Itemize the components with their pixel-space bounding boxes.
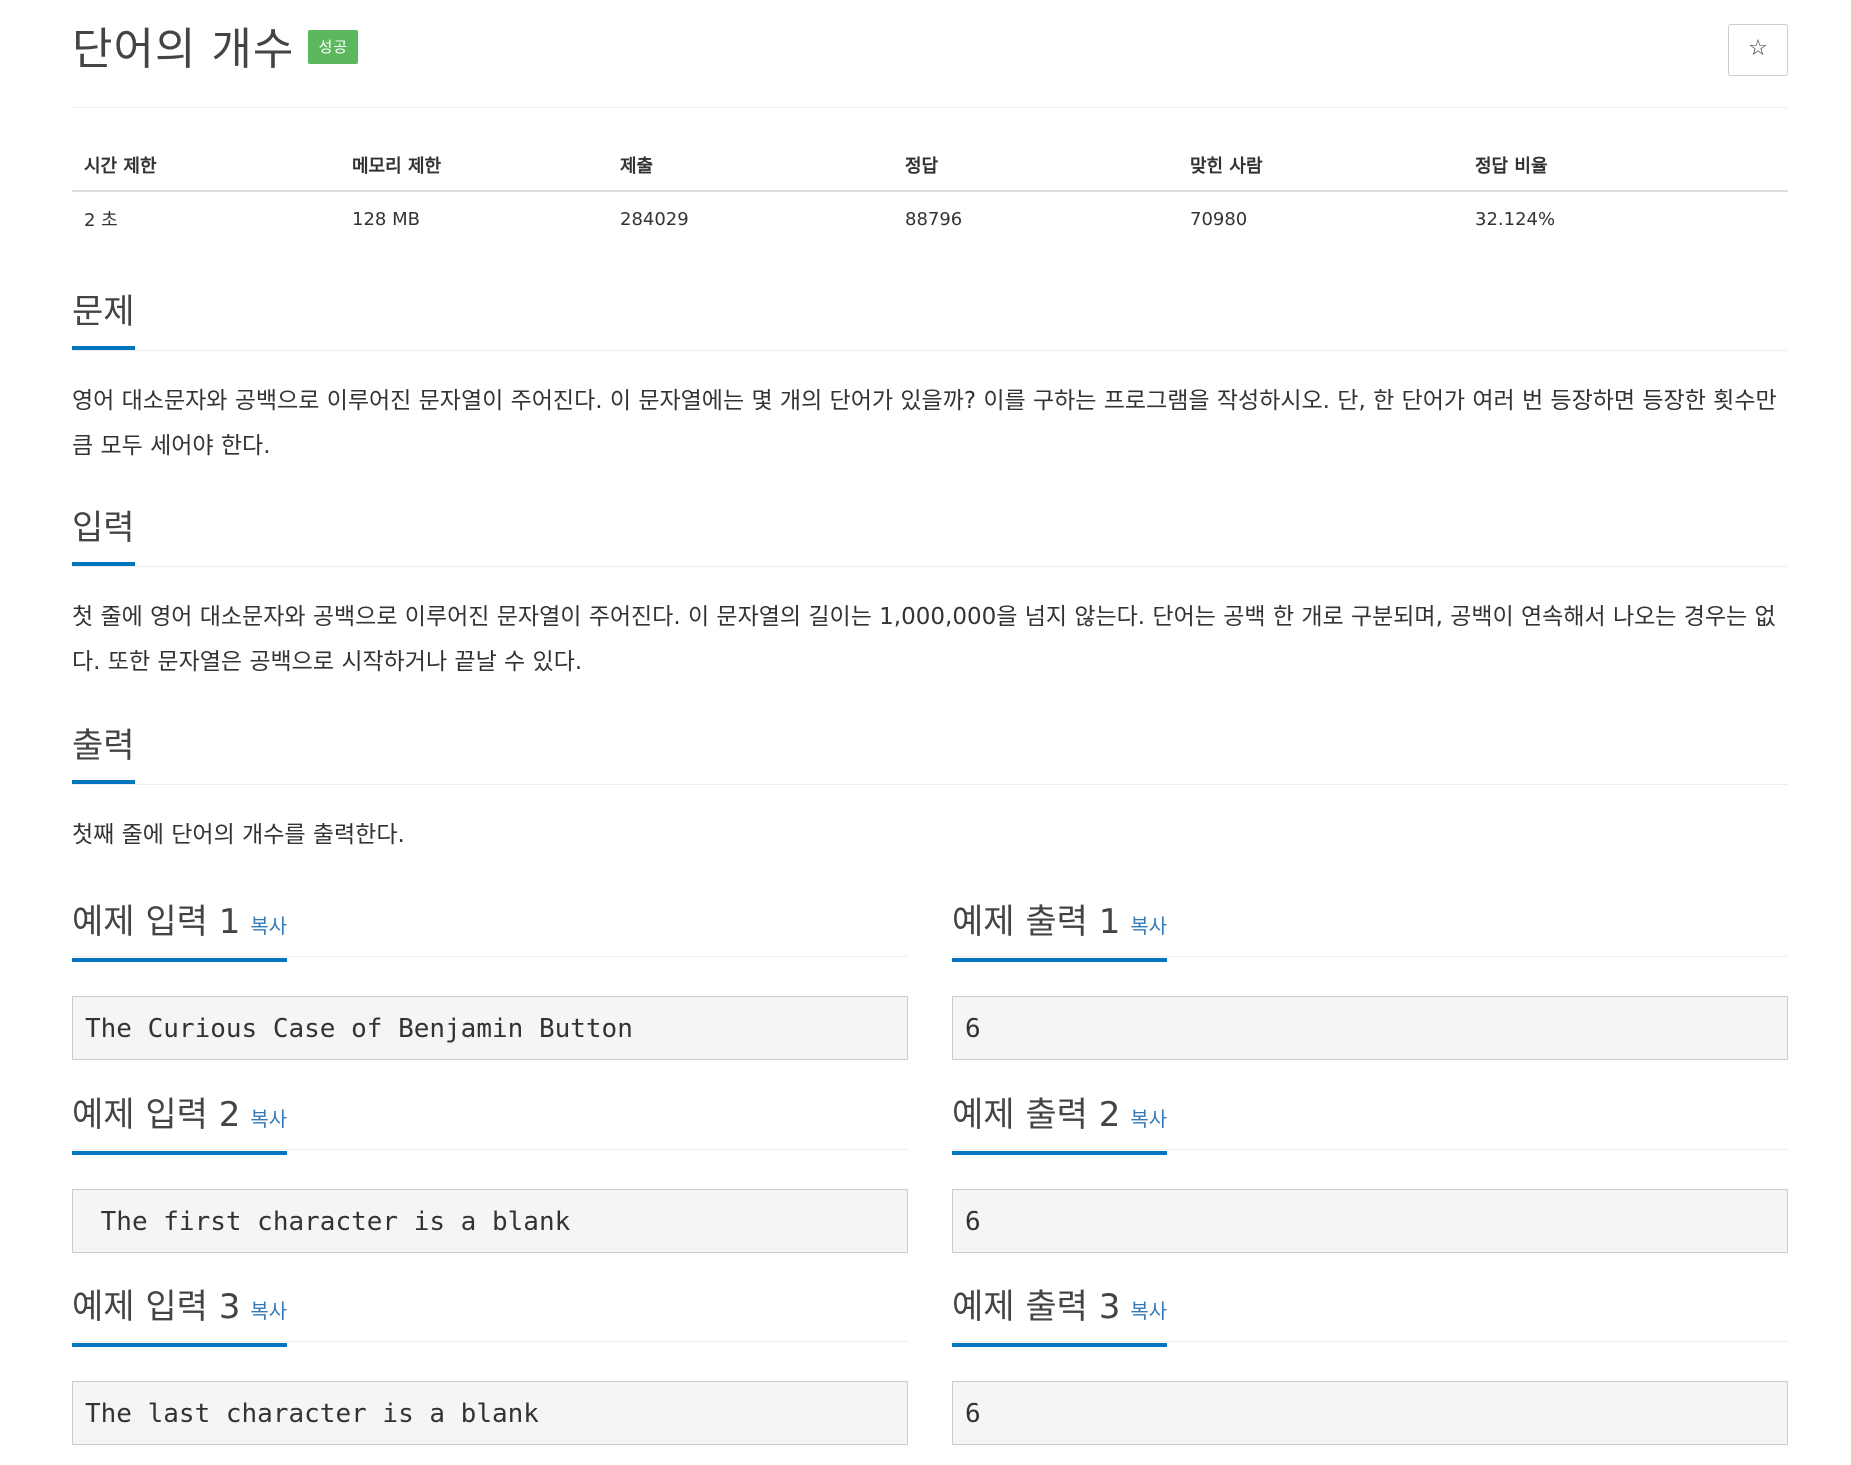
section-input: 입력 첫 줄에 영어 대소문자와 공백으로 이루어진 문자열이 주어진다. 이 … [72,500,1788,685]
sample-input-box: The last character is a blank [72,1381,908,1445]
sample-heading-bar: 예제 출력 3 복사 [952,1281,1788,1347]
sample-output-heading: 예제 출력 2 복사 [952,1089,1168,1155]
section-problem: 문제 영어 대소문자와 공백으로 이루어진 문자열이 주어진다. 이 문자열에는… [72,284,1788,469]
sample-output-box: 6 [952,996,1788,1060]
input-description: 첫 줄에 영어 대소문자와 공백으로 이루어진 문자열이 주어진다. 이 문자열… [72,604,1776,675]
star-button[interactable]: ☆ [1728,24,1788,76]
header-memory-limit: 메모리 제한 [340,140,608,192]
header-solved-users: 맞힌 사람 [1178,140,1463,192]
sample-input-2: 예제 입력 2 복사 The first character is a blank [72,1089,908,1253]
sample-input-1: 예제 입력 1 복사 The Curious Case of Benjamin B… [72,896,908,1060]
header-accepted: 정답 [893,140,1178,192]
sample-input-heading: 예제 입력 1 복사 [72,896,288,962]
section-heading-problem: 문제 [72,284,135,350]
value-submissions[interactable]: 284029 [608,191,893,246]
sample-output-2: 예제 출력 2 복사 6 [952,1089,1788,1253]
copy-button[interactable]: 복사 [250,914,287,938]
sample-output-heading: 예제 출력 3 복사 [952,1281,1168,1347]
header-submissions: 제출 [608,140,893,192]
problem-title: 단어의 개수 [72,24,295,75]
section-heading-bar: 출력 [72,718,1788,785]
problem-description: 영어 대소문자와 공백으로 이루어진 문자열이 주어진다. 이 문자열에는 몇 … [72,388,1777,459]
output-description: 첫째 줄에 단어의 개수를 출력한다. [72,822,405,848]
sample-heading-bar: 예제 입력 1 복사 [72,896,908,962]
sample-input-3: 예제 입력 3 복사 The last character is a blank [72,1281,908,1445]
copy-button[interactable]: 복사 [250,1107,287,1131]
header-time-limit: 시간 제한 [72,140,340,192]
page-header: 단어의 개수 성공 ☆ [72,0,1788,108]
sample-input-heading: 예제 입력 3 복사 [72,1281,288,1347]
sample-output-3: 예제 출력 3 복사 6 [952,1281,1788,1445]
sample-input-box: The Curious Case of Benjamin Button [72,996,908,1060]
section-heading-output: 출력 [72,718,135,784]
value-accuracy: 32.124% [1475,208,1556,230]
sample-heading-bar: 예제 출력 2 복사 [952,1089,1788,1155]
section-heading-bar: 문제 [72,284,1788,351]
sample-heading-bar: 예제 입력 2 복사 [72,1089,908,1155]
problem-page: 단어의 개수 성공 ☆ 시간 제한 메모리 제한 제출 정답 맞힌 사람 정답 비… [0,0,1851,1465]
copy-button[interactable]: 복사 [250,1299,287,1323]
value-accepted[interactable]: 88796 [893,191,1178,246]
sample-heading-bar: 예제 입력 3 복사 [72,1281,908,1347]
sample-heading-bar: 예제 출력 1 복사 [952,896,1788,962]
section-output: 출력 첫째 줄에 단어의 개수를 출력한다. [72,718,1788,858]
sample-output-heading: 예제 출력 1 복사 [952,896,1168,962]
header-accuracy: 정답 비율 [1463,140,1788,192]
copy-button[interactable]: 복사 [1130,914,1167,938]
table-header-row: 시간 제한 메모리 제한 제출 정답 맞힌 사람 정답 비율 [72,140,1788,192]
section-heading-bar: 입력 [72,500,1788,567]
sample-input-box: The first character is a blank [72,1189,908,1253]
content: 단어의 개수 성공 ☆ 시간 제한 메모리 제한 제출 정답 맞힌 사람 정답 비… [72,0,1788,1445]
value-solved-users[interactable]: 70980 [1178,191,1463,246]
section-heading-input: 입력 [72,500,135,566]
problem-info-table: 시간 제한 메모리 제한 제출 정답 맞힌 사람 정답 비율 2 초 128 M… [72,140,1788,246]
star-icon: ☆ [1748,36,1768,61]
sample-input-heading: 예제 입력 2 복사 [72,1089,288,1155]
sample-output-box: 6 [952,1381,1788,1445]
value-time-limit: 2 초 [84,210,118,231]
copy-button[interactable]: 복사 [1130,1299,1167,1323]
table-row: 2 초 128 MB 284029 88796 70980 32.124% [72,191,1788,246]
page-title: 단어의 개수 성공 [72,22,359,78]
value-memory-limit: 128 MB [352,208,420,230]
sample-output-1: 예제 출력 1 복사 6 [952,896,1788,1060]
sample-output-box: 6 [952,1189,1788,1253]
copy-button[interactable]: 복사 [1130,1107,1167,1131]
status-badge: 성공 [308,30,359,64]
